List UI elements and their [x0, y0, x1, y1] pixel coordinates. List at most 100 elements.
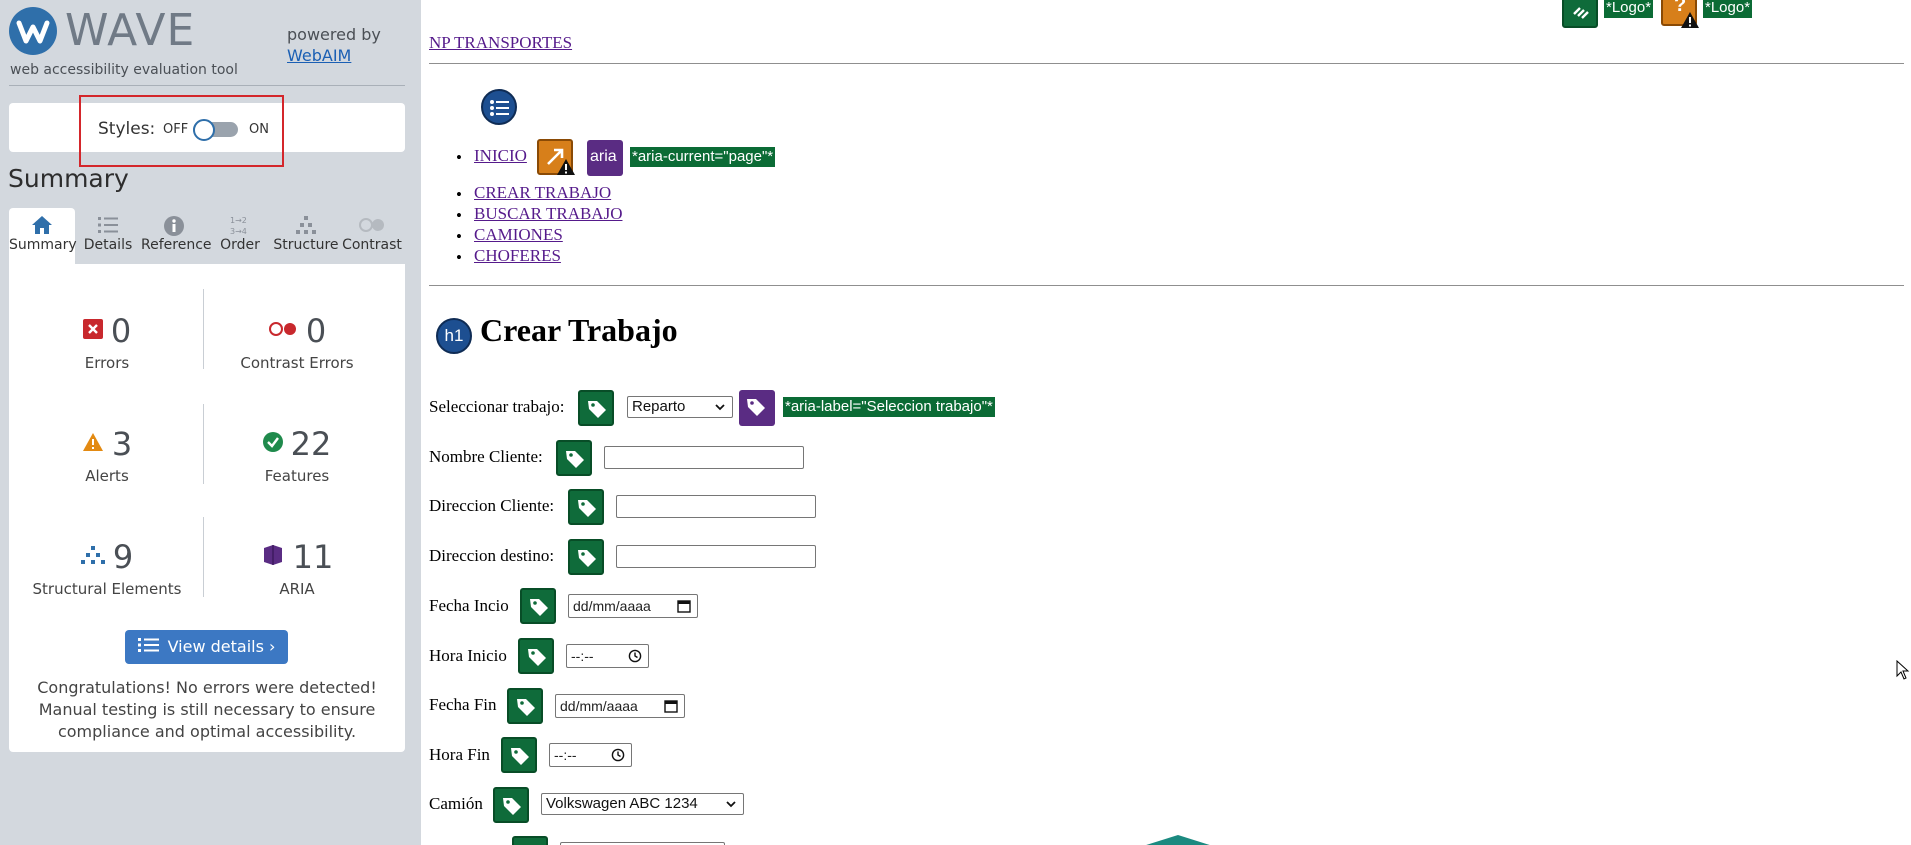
errors-count: 0	[110, 312, 132, 350]
tab-label: Details	[83, 237, 133, 253]
features-count: 22	[290, 425, 332, 463]
alerts-count: 3	[111, 425, 133, 463]
tab-order[interactable]: 1→2 3→4 Order	[207, 208, 273, 264]
stat-aria[interactable]: 11 ARIA	[207, 538, 387, 598]
fecha-inicio-label: Fecha Incio	[429, 596, 509, 615]
view-details-button[interactable]: View details ›	[125, 630, 288, 664]
fecha-fin-input[interactable]: dd/mm/aaaa	[555, 694, 685, 718]
aria-label-icon[interactable]	[739, 390, 775, 426]
nav-item-buscar-trabajo[interactable]: BUSCAR TRABAJO	[474, 204, 622, 224]
nav-item-inicio[interactable]: INICIO	[474, 146, 527, 166]
site-title-link[interactable]: NP TRANSPORTES	[429, 33, 572, 53]
calendar-icon[interactable]	[677, 599, 691, 613]
logo-alt-tag-2: *Logo*	[1703, 0, 1753, 18]
camion-value: Volkswagen ABC 1234	[546, 795, 698, 812]
webaim-link[interactable]: WebAIM	[287, 45, 381, 66]
clock-icon[interactable]	[611, 748, 625, 762]
tab-label: Reference	[141, 237, 212, 253]
alert-question-icon[interactable]: ?	[1661, 0, 1699, 28]
tab-label: Order	[220, 237, 260, 253]
partial-teal-icon	[1140, 835, 1216, 845]
stat-contrast-errors[interactable]: 0 Contrast Errors	[207, 312, 387, 372]
nombre-cliente-input[interactable]	[604, 446, 804, 469]
structural-count: 9	[112, 538, 134, 576]
nav-item-crear-trabajo[interactable]: CREAR TRABAJO	[474, 183, 611, 203]
view-details-label: View details ›	[167, 637, 276, 656]
stat-structural[interactable]: 9 Structural Elements	[17, 538, 197, 598]
direccion-destino-input[interactable]	[616, 545, 816, 568]
form-label-icon[interactable]	[512, 836, 548, 845]
error-icon	[82, 319, 103, 343]
stat-errors[interactable]: 0 Errors	[17, 312, 197, 372]
fecha-inicio-input[interactable]: dd/mm/aaaa	[568, 594, 698, 618]
list-icon	[75, 208, 141, 236]
features-label: Features	[264, 467, 330, 485]
form-label-icon[interactable]	[578, 390, 614, 426]
contrast-errors-count: 0	[305, 312, 327, 350]
redundant-link-icon[interactable]	[537, 139, 575, 175]
alert-icon	[82, 432, 104, 456]
wave-tabs: Summary Details Reference 1→2 3→4 Order S…	[9, 208, 405, 264]
aria-icon[interactable]: aria	[587, 140, 623, 176]
linked-image-icon[interactable]	[1562, 0, 1598, 28]
order-icon: 1→2 3→4	[207, 208, 273, 236]
select-trabajo-label: Seleccionar trabajo:	[429, 397, 565, 416]
aria-count: 11	[292, 538, 334, 576]
feature-check-icon	[262, 432, 283, 456]
structural-label: Structural Elements	[32, 580, 182, 598]
fecha-fin-label: Fecha Fin	[429, 695, 497, 714]
aria-icon-text: aria	[590, 148, 617, 165]
sidebar-divider	[9, 85, 405, 86]
fecha-inicio-value: dd/mm/aaaa	[573, 598, 651, 614]
tab-structure[interactable]: Structure	[273, 208, 339, 264]
form-label-icon[interactable]	[568, 539, 604, 575]
styles-label: Styles:	[98, 119, 156, 139]
contrast-errors-label: Contrast Errors	[240, 354, 354, 372]
hora-fin-input[interactable]: --:--	[549, 743, 632, 767]
tab-contrast[interactable]: Contrast	[339, 208, 405, 264]
select-trabajo[interactable]: Reparto	[627, 396, 733, 418]
form-label-icon[interactable]	[493, 787, 529, 823]
home-icon	[9, 208, 75, 236]
styles-toggle[interactable]	[193, 119, 238, 141]
tab-reference[interactable]: Reference	[141, 208, 212, 264]
tab-summary[interactable]: Summary	[9, 208, 77, 264]
form-label-icon[interactable]	[556, 440, 592, 476]
wave-tagline: web accessibility evaluation tool	[10, 62, 238, 78]
calendar-icon[interactable]	[664, 699, 678, 713]
aria-cube-icon	[261, 543, 285, 571]
stat-features[interactable]: 22 Features	[207, 425, 387, 485]
direccion-cliente-input[interactable]	[616, 495, 816, 518]
hora-inicio-value: --:--	[571, 648, 594, 664]
stat-alerts[interactable]: 3 Alerts	[17, 425, 197, 485]
aria-label: ARIA	[279, 580, 315, 598]
wave-sidebar: WAVE web accessibility evaluation tool p…	[0, 0, 421, 845]
form-label-icon[interactable]	[518, 638, 554, 674]
h1-badge-icon[interactable]: h1	[436, 318, 472, 354]
horizontal-rule	[429, 63, 1904, 64]
form-label-icon[interactable]	[568, 489, 604, 525]
nav-item-camiones[interactable]: CAMIONES	[474, 225, 563, 245]
tab-details[interactable]: Details	[75, 208, 141, 264]
page-content: *Logo* ? *Logo* NP TRANSPORTES • INICIO …	[421, 0, 1911, 845]
tab-label: Summary	[9, 237, 77, 253]
structure-icon	[273, 208, 339, 236]
form-label-icon[interactable]	[520, 588, 556, 624]
toggle-knob	[193, 119, 215, 141]
list-icon	[137, 631, 160, 665]
form-label-icon[interactable]	[507, 688, 543, 724]
list-structure-icon[interactable]	[481, 89, 517, 125]
wave-logo-text: WAVE	[65, 5, 196, 56]
wave-logo-icon	[9, 7, 57, 55]
hora-fin-label: Hora Fin	[429, 745, 490, 764]
hora-inicio-input[interactable]: --:--	[566, 644, 649, 668]
chevron-down-icon	[726, 801, 736, 808]
stat-divider	[203, 517, 204, 597]
clock-icon[interactable]	[628, 649, 642, 663]
direccion-destino-label: Direccion destino:	[429, 546, 555, 565]
stat-divider	[203, 404, 204, 484]
nav-item-choferes[interactable]: CHOFERES	[474, 246, 561, 266]
congrats-message: Congratulations! No errors were detected…	[37, 678, 377, 741]
camion-select[interactable]: Volkswagen ABC 1234	[541, 793, 744, 815]
form-label-icon[interactable]	[501, 737, 537, 773]
